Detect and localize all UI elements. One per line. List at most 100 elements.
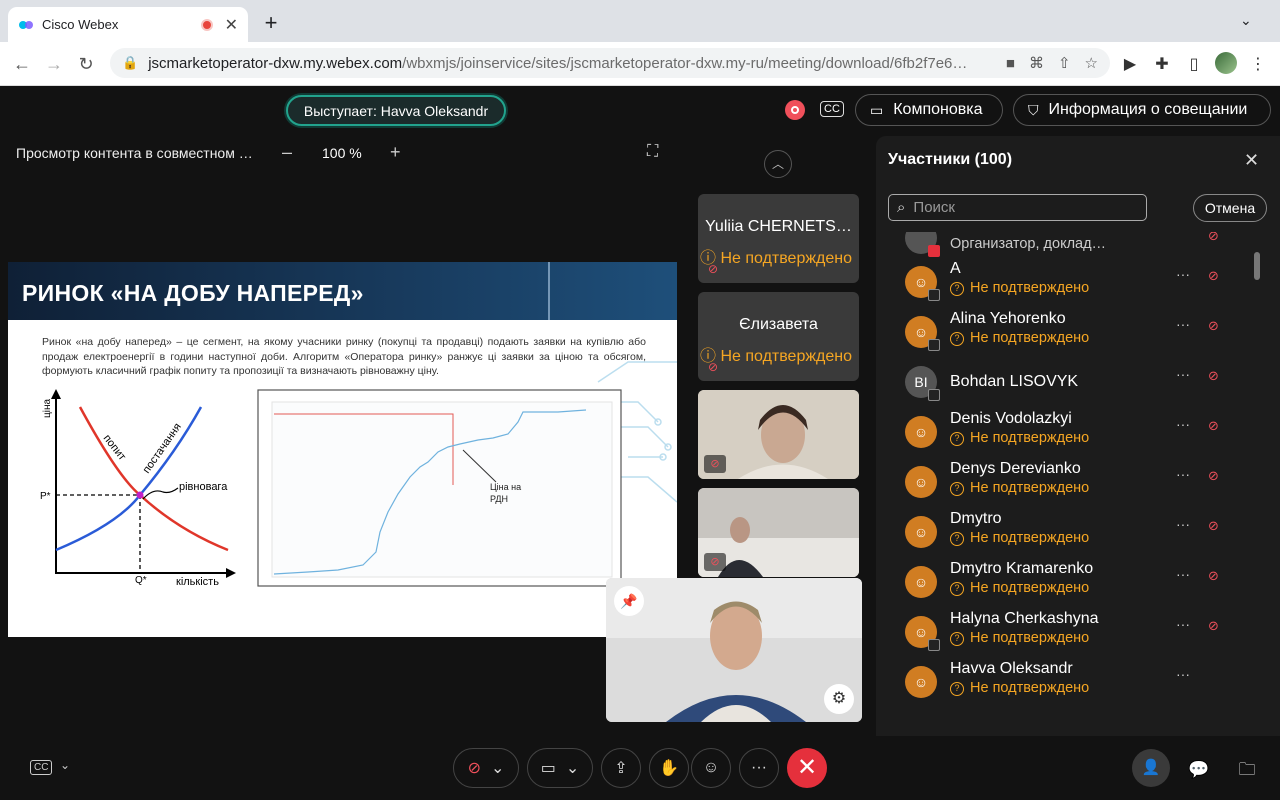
more-options-icon[interactable]: ··· (1176, 316, 1190, 332)
mic-muted-icon[interactable]: ⊘ (1208, 518, 1219, 534)
avatar: ☺ (905, 566, 937, 598)
share-icon[interactable]: ⇧ (1058, 54, 1071, 72)
more-options-icon[interactable]: ··· (1176, 666, 1190, 682)
participants-button[interactable]: 👤 (1132, 749, 1170, 787)
mic-muted-icon[interactable]: ⊘ (1208, 568, 1219, 584)
camera-icon[interactable]: ■ (1006, 55, 1015, 72)
mic-muted-icon: ⊘ (1208, 232, 1219, 243)
cancel-button[interactable]: Отмена (1193, 194, 1267, 222)
captions-icon[interactable]: CC (30, 760, 53, 775)
tile-status: ⓘ Не подтверждено (700, 348, 853, 365)
question-icon: ? (950, 532, 964, 546)
avatar: ☺ (905, 616, 940, 651)
raise-hand-button[interactable]: ✋ (649, 748, 689, 788)
mic-muted-icon[interactable]: ⊘ (1208, 268, 1219, 284)
reactions-button[interactable]: ☺ (691, 748, 731, 788)
translate-icon[interactable]: ⌘ (1029, 54, 1044, 72)
participants-list: Организатор, доклад… ⊘ ☺ A ? Не подтвержд… (876, 232, 1266, 712)
list-item[interactable]: ☺ Dmytro ? Не подтверждено ··· ⊘ (876, 508, 1266, 558)
chat-icon[interactable]: 💬 (1181, 752, 1217, 788)
url-path: /wbxmjs/joinservice/sites/jscmarketopera… (402, 54, 968, 72)
close-icon[interactable]: ✕ (1244, 150, 1259, 171)
layout-icon: ▭ (870, 101, 884, 118)
more-options-icon[interactable]: ··· (1176, 466, 1190, 482)
participants-scrollbar[interactable] (1254, 252, 1260, 280)
video-button[interactable]: ▭ ⌄ (527, 748, 593, 788)
list-item[interactable]: ☺ Halyna Cherkashyna ? Не подтверждено ··… (876, 608, 1266, 658)
list-item[interactable]: ☺ A ? Не подтверждено ··· ⊘ (876, 258, 1266, 308)
tab-search-chevron-icon[interactable]: ⌄ (1240, 12, 1252, 29)
participant-name: Alina Yehorenko (950, 310, 1066, 327)
mic-muted-icon[interactable]: ⊘ (1208, 618, 1219, 634)
participant-role: Организатор, доклад… (950, 236, 1107, 252)
list-item[interactable]: ☺ Alina Yehorenko ? Не подтверждено ··· ⊘ (876, 308, 1266, 358)
browser-tab[interactable]: Cisco Webex ✕ (8, 7, 248, 42)
device-icon (928, 339, 940, 351)
url-bar[interactable]: 🔒 jscmarketoperator-dxw.my.webex.com /wb… (110, 48, 1110, 78)
more-options-icon[interactable]: ··· (1176, 366, 1190, 382)
layout-button[interactable]: ▭ Компоновка (855, 94, 1003, 126)
equilibrium-pointer (142, 487, 179, 500)
avatar-initials: BI (914, 374, 928, 390)
self-view-video[interactable]: 📌 ⚙ (606, 578, 862, 722)
participant-video-tile[interactable]: ⊘ (698, 390, 859, 479)
folder-icon[interactable]: 🗀 (1229, 752, 1265, 788)
share-button[interactable]: ⇪ (601, 748, 641, 788)
avatar: ☺ (905, 416, 937, 448)
list-item[interactable]: ☺ Dmytro Kramarenko ? Не подтверждено ···… (876, 558, 1266, 608)
more-options-icon[interactable]: ··· (1176, 616, 1190, 632)
mic-muted-icon[interactable]: ⊘ (1208, 418, 1219, 434)
zoom-out-button[interactable]: – (282, 142, 292, 163)
more-options-icon[interactable]: ··· (1176, 266, 1190, 282)
more-options-icon[interactable]: ··· (1176, 516, 1190, 532)
leave-meeting-button[interactable]: ✕ (787, 748, 827, 788)
pin-icon[interactable]: 📌 (614, 586, 644, 616)
close-icon: ✕ (796, 754, 818, 781)
closed-captions-icon[interactable]: CC (820, 101, 844, 117)
chrome-menu-icon[interactable]: ⋮ (1248, 54, 1268, 74)
participant-video-tile[interactable]: ⊘ (698, 488, 859, 577)
meeting-info-button[interactable]: ⛉ Информация о совещании (1013, 94, 1271, 126)
participant-tile[interactable]: Yuliia CHERNETS… ⓘ Не подтверждено ⊘ (698, 194, 859, 283)
zoom-in-button[interactable]: + (390, 142, 401, 163)
back-icon[interactable]: ← (10, 52, 34, 76)
participant-tile[interactable]: Єлизавета ⓘ Не подтверждено ⊘ (698, 292, 859, 381)
bookmark-star-icon[interactable]: ☆ (1085, 54, 1098, 72)
reload-icon[interactable]: ↻ (74, 52, 98, 76)
question-icon: ? (950, 682, 964, 696)
mic-muted-icon[interactable]: ⊘ (1208, 318, 1219, 334)
mic-muted-icon: ⊘ (704, 553, 726, 571)
fullscreen-icon[interactable]: ⛶ (647, 143, 658, 161)
participant-status-text: Не подтверждено (970, 430, 1090, 446)
scroll-up-icon[interactable]: ︿ (764, 150, 792, 178)
list-item[interactable]: BI Bohdan LISOVYK ··· ⊘ (876, 358, 1266, 408)
question-icon: ? (950, 582, 964, 596)
mic-muted-icon: ⊘ (708, 360, 719, 374)
youtube-extension-icon[interactable]: ▶ (1120, 54, 1140, 74)
forward-icon[interactable]: → (42, 52, 66, 76)
close-tab-icon[interactable]: ✕ (225, 15, 238, 35)
more-options-icon[interactable]: ··· (1176, 566, 1190, 582)
profile-avatar[interactable] (1215, 52, 1237, 74)
extensions-puzzle-icon[interactable]: ✚ (1152, 54, 1172, 74)
gear-icon[interactable]: ⚙ (824, 684, 854, 714)
shield-icon: ⛉ (1028, 101, 1039, 118)
participant-status: ? Не подтверждено (950, 680, 1089, 696)
list-item[interactable]: ☺ Havva Oleksandr ? Не подтверждено ··· (876, 658, 1266, 708)
participant-name: Denis Vodolazkyi (950, 410, 1072, 427)
recording-icon[interactable] (785, 100, 805, 120)
side-panel-icon[interactable]: ▯ (1184, 54, 1204, 74)
participant-status-text: Не подтверждено (970, 480, 1090, 496)
new-tab-icon[interactable]: + (260, 10, 282, 36)
more-button[interactable]: ··· (739, 748, 779, 788)
participant-status-text: Не подтверждено (970, 280, 1090, 296)
mute-button[interactable]: ⊘ ⌄ (453, 748, 519, 788)
participant-search-input[interactable]: ⌕ Поиск (888, 194, 1147, 221)
list-item[interactable]: ☺ Denis Vodolazkyi ? Не подтверждено ··· … (876, 408, 1266, 458)
question-icon: ? (950, 432, 964, 446)
list-item[interactable]: ☺ Denys Derevianko ? Не подтверждено ··· … (876, 458, 1266, 508)
chevron-down-icon[interactable]: ⌄ (60, 758, 70, 772)
mic-muted-icon[interactable]: ⊘ (1208, 368, 1219, 384)
mic-muted-icon[interactable]: ⊘ (1208, 468, 1219, 484)
more-options-icon[interactable]: ··· (1176, 416, 1190, 432)
